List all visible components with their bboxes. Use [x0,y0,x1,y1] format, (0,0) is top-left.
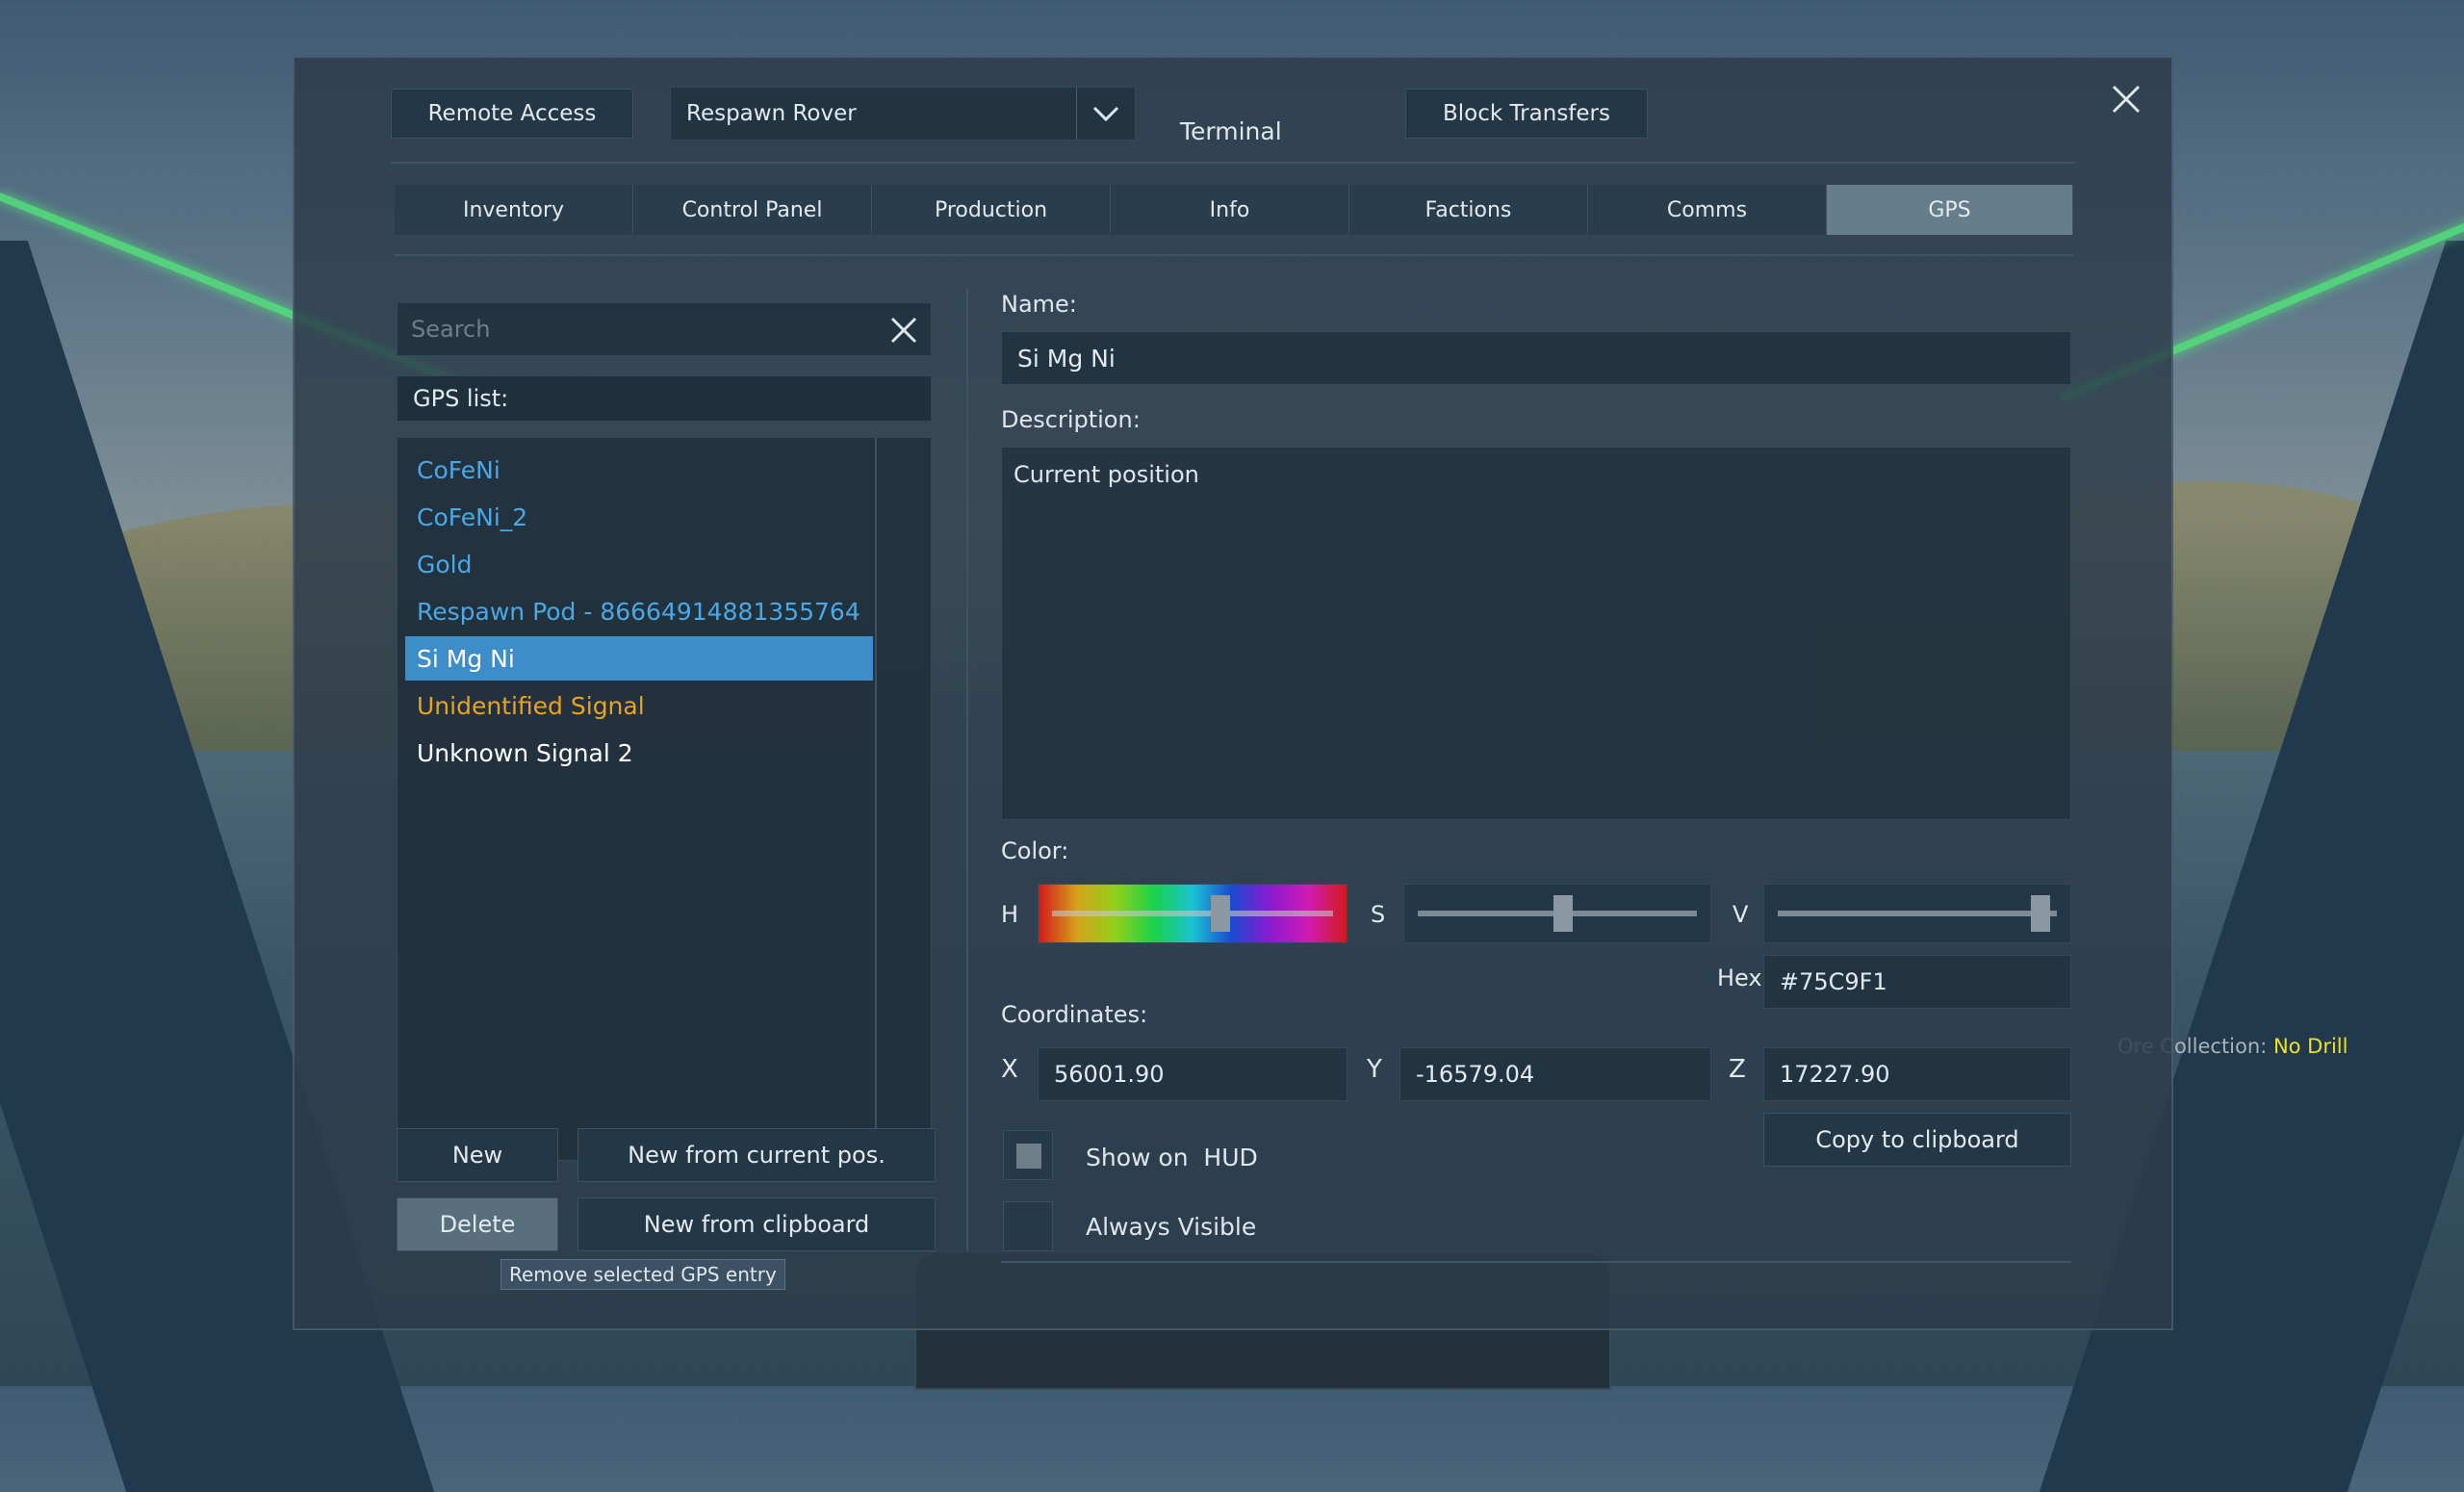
chevron-down-icon [1076,88,1135,140]
tab-production[interactable]: Production [872,185,1111,235]
search-placeholder: Search [411,316,491,343]
gps-list-item[interactable]: Si Mg Ni [405,636,873,681]
block-transfers-button[interactable]: Block Transfers [1405,89,1648,139]
gps-list-header-label: GPS list: [413,385,509,412]
z-label: Z [1729,1055,1746,1084]
name-label: Name: [1001,291,1077,318]
always-visible-label: Always Visible [1086,1213,1257,1241]
terminal-title: Terminal [1180,117,1282,145]
color-label: Color: [1001,837,1069,864]
new-gps-button[interactable]: New [397,1128,558,1182]
gps-list-item[interactable]: CoFeNi [405,448,873,492]
gps-list-item[interactable]: Respawn Pod - 86664914881355764 [405,589,873,633]
gps-list-scrollbar[interactable] [875,438,877,1160]
saturation-label: S [1371,901,1386,928]
x-label: X [1001,1055,1018,1084]
clear-search-button[interactable] [888,315,919,346]
value-label: V [1732,901,1749,928]
tab-info[interactable]: Info [1111,185,1349,235]
x-coordinate-input[interactable]: 56001.90 [1038,1047,1348,1101]
tabs-divider [395,254,2073,256]
header-divider [391,162,2075,164]
tab-gps[interactable]: GPS [1827,185,2073,235]
hex-input[interactable]: #75C9F1 [1763,955,2071,1009]
checkbox-mark [1016,1144,1041,1169]
hex-label: Hex [1717,965,1762,991]
close-icon [2112,85,2141,114]
tab-bar: Inventory Control Panel Production Info … [395,185,2073,235]
gps-list-item[interactable]: CoFeNi_2 [405,495,873,539]
show-on-hud-label: Show on HUD [1086,1144,1258,1171]
clear-icon [890,317,917,344]
always-visible-checkbox[interactable] [1003,1201,1053,1251]
delete-gps-button[interactable]: Delete [397,1197,558,1251]
description-label: Description: [1001,406,1141,433]
name-value: Si Mg Ni [1017,344,1116,373]
y-label: Y [1367,1055,1382,1084]
saturation-slider[interactable] [1403,884,1711,943]
y-value: -16579.04 [1416,1061,1535,1088]
column-divider [966,289,968,1251]
x-value: 56001.90 [1054,1061,1165,1088]
z-coordinate-input[interactable]: 17227.90 [1763,1047,2071,1101]
saturation-slider-thumb[interactable] [1553,895,1573,932]
ore-collection-value: No Drill [2272,1035,2348,1058]
value-slider-thumb[interactable] [2030,895,2050,932]
value-slider[interactable] [1763,884,2071,943]
tab-inventory[interactable]: Inventory [395,185,633,235]
gps-list-item[interactable]: Gold [405,542,873,586]
gps-list-header: GPS list: [397,375,932,422]
bottom-divider [1001,1261,2071,1263]
z-value: 17227.90 [1780,1061,1890,1088]
hue-slider-thumb[interactable] [1211,895,1231,932]
value-slider-track [1778,911,2057,916]
new-from-clipboard-button[interactable]: New from clipboard [578,1197,936,1251]
y-coordinate-input[interactable]: -16579.04 [1399,1047,1711,1101]
close-button[interactable] [2104,77,2148,121]
hue-label: H [1001,901,1019,928]
remote-access-button[interactable]: Remote Access [391,89,633,139]
gps-list-item[interactable]: Unknown Signal 2 [405,731,873,775]
description-value: Current position [1014,461,1199,488]
copy-to-clipboard-button[interactable]: Copy to clipboard [1763,1113,2071,1167]
tab-factions[interactable]: Factions [1349,185,1588,235]
search-input[interactable]: Search [397,302,932,356]
gps-list: CoFeNi CoFeNi_2 Gold Respawn Pod - 86664914… [397,437,932,1161]
hue-slider[interactable] [1038,884,1348,943]
grid-select-value: Respawn Rover [686,101,857,126]
new-from-current-pos-button[interactable]: New from current pos. [578,1128,936,1182]
tab-comms[interactable]: Comms [1588,185,1827,235]
hex-value: #75C9F1 [1780,968,1887,995]
grid-select-dropdown[interactable]: Respawn Rover [670,87,1136,141]
name-input[interactable]: Si Mg Ni [1001,331,2071,385]
show-on-hud-checkbox[interactable] [1003,1130,1053,1180]
gps-list-item[interactable]: Unidentified Signal [405,683,873,728]
coordinates-label: Coordinates: [1001,1001,1148,1028]
terminal-panel: Remote Access Respawn Rover Terminal Blo… [293,56,2173,1330]
hue-slider-track [1052,911,1333,916]
delete-tooltip: Remove selected GPS entry [500,1259,785,1290]
tab-control-panel[interactable]: Control Panel [633,185,872,235]
description-textarea[interactable]: Current position [1001,447,2071,820]
